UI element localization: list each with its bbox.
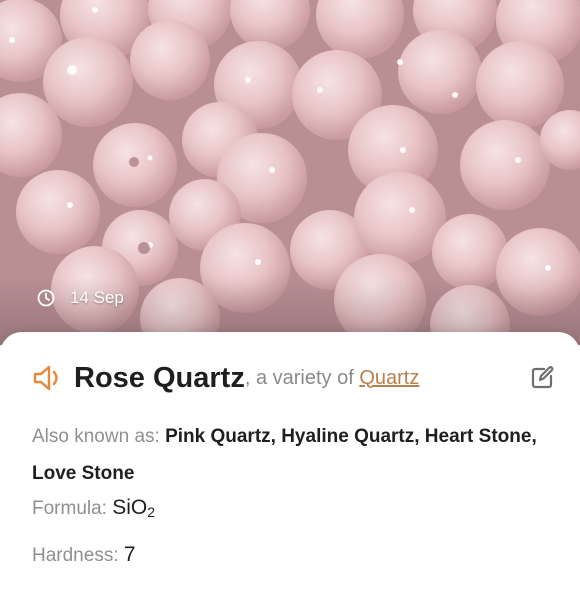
formula: Formula: SiO2: [32, 496, 155, 520]
title-row: Rose Quartz , a variety of Quartz: [32, 358, 556, 398]
edit-icon[interactable]: [528, 364, 556, 392]
photo-date-text: 14 Sep: [70, 288, 124, 307]
formula-value: SiO2: [112, 496, 156, 520]
mineral-photo[interactable]: 14 Sep: [0, 0, 580, 345]
also-known-as: Also known as: Pink Quartz, Hyaline Quar…: [32, 418, 552, 492]
mineral-name: Rose Quartz: [74, 361, 245, 394]
formula-subscript: 2: [147, 504, 156, 520]
photo-date: 14 Sep: [36, 288, 124, 308]
aka-label: Also known as:: [32, 426, 166, 447]
clock-icon: [37, 289, 55, 307]
formula-main: SiO: [112, 496, 148, 519]
variety-prefix: , a variety of: [244, 366, 360, 389]
formula-label: Formula:: [32, 498, 113, 519]
mineral-details-card: Rose Quartz , a variety of Quartz Also k…: [0, 332, 580, 592]
hardness: Hardness: 7: [32, 543, 136, 567]
hardness-value: 7: [123, 543, 136, 566]
hardness-label: Hardness:: [32, 545, 124, 566]
variety-link-quartz[interactable]: Quartz: [359, 367, 419, 390]
speaker-icon[interactable]: [32, 363, 66, 393]
